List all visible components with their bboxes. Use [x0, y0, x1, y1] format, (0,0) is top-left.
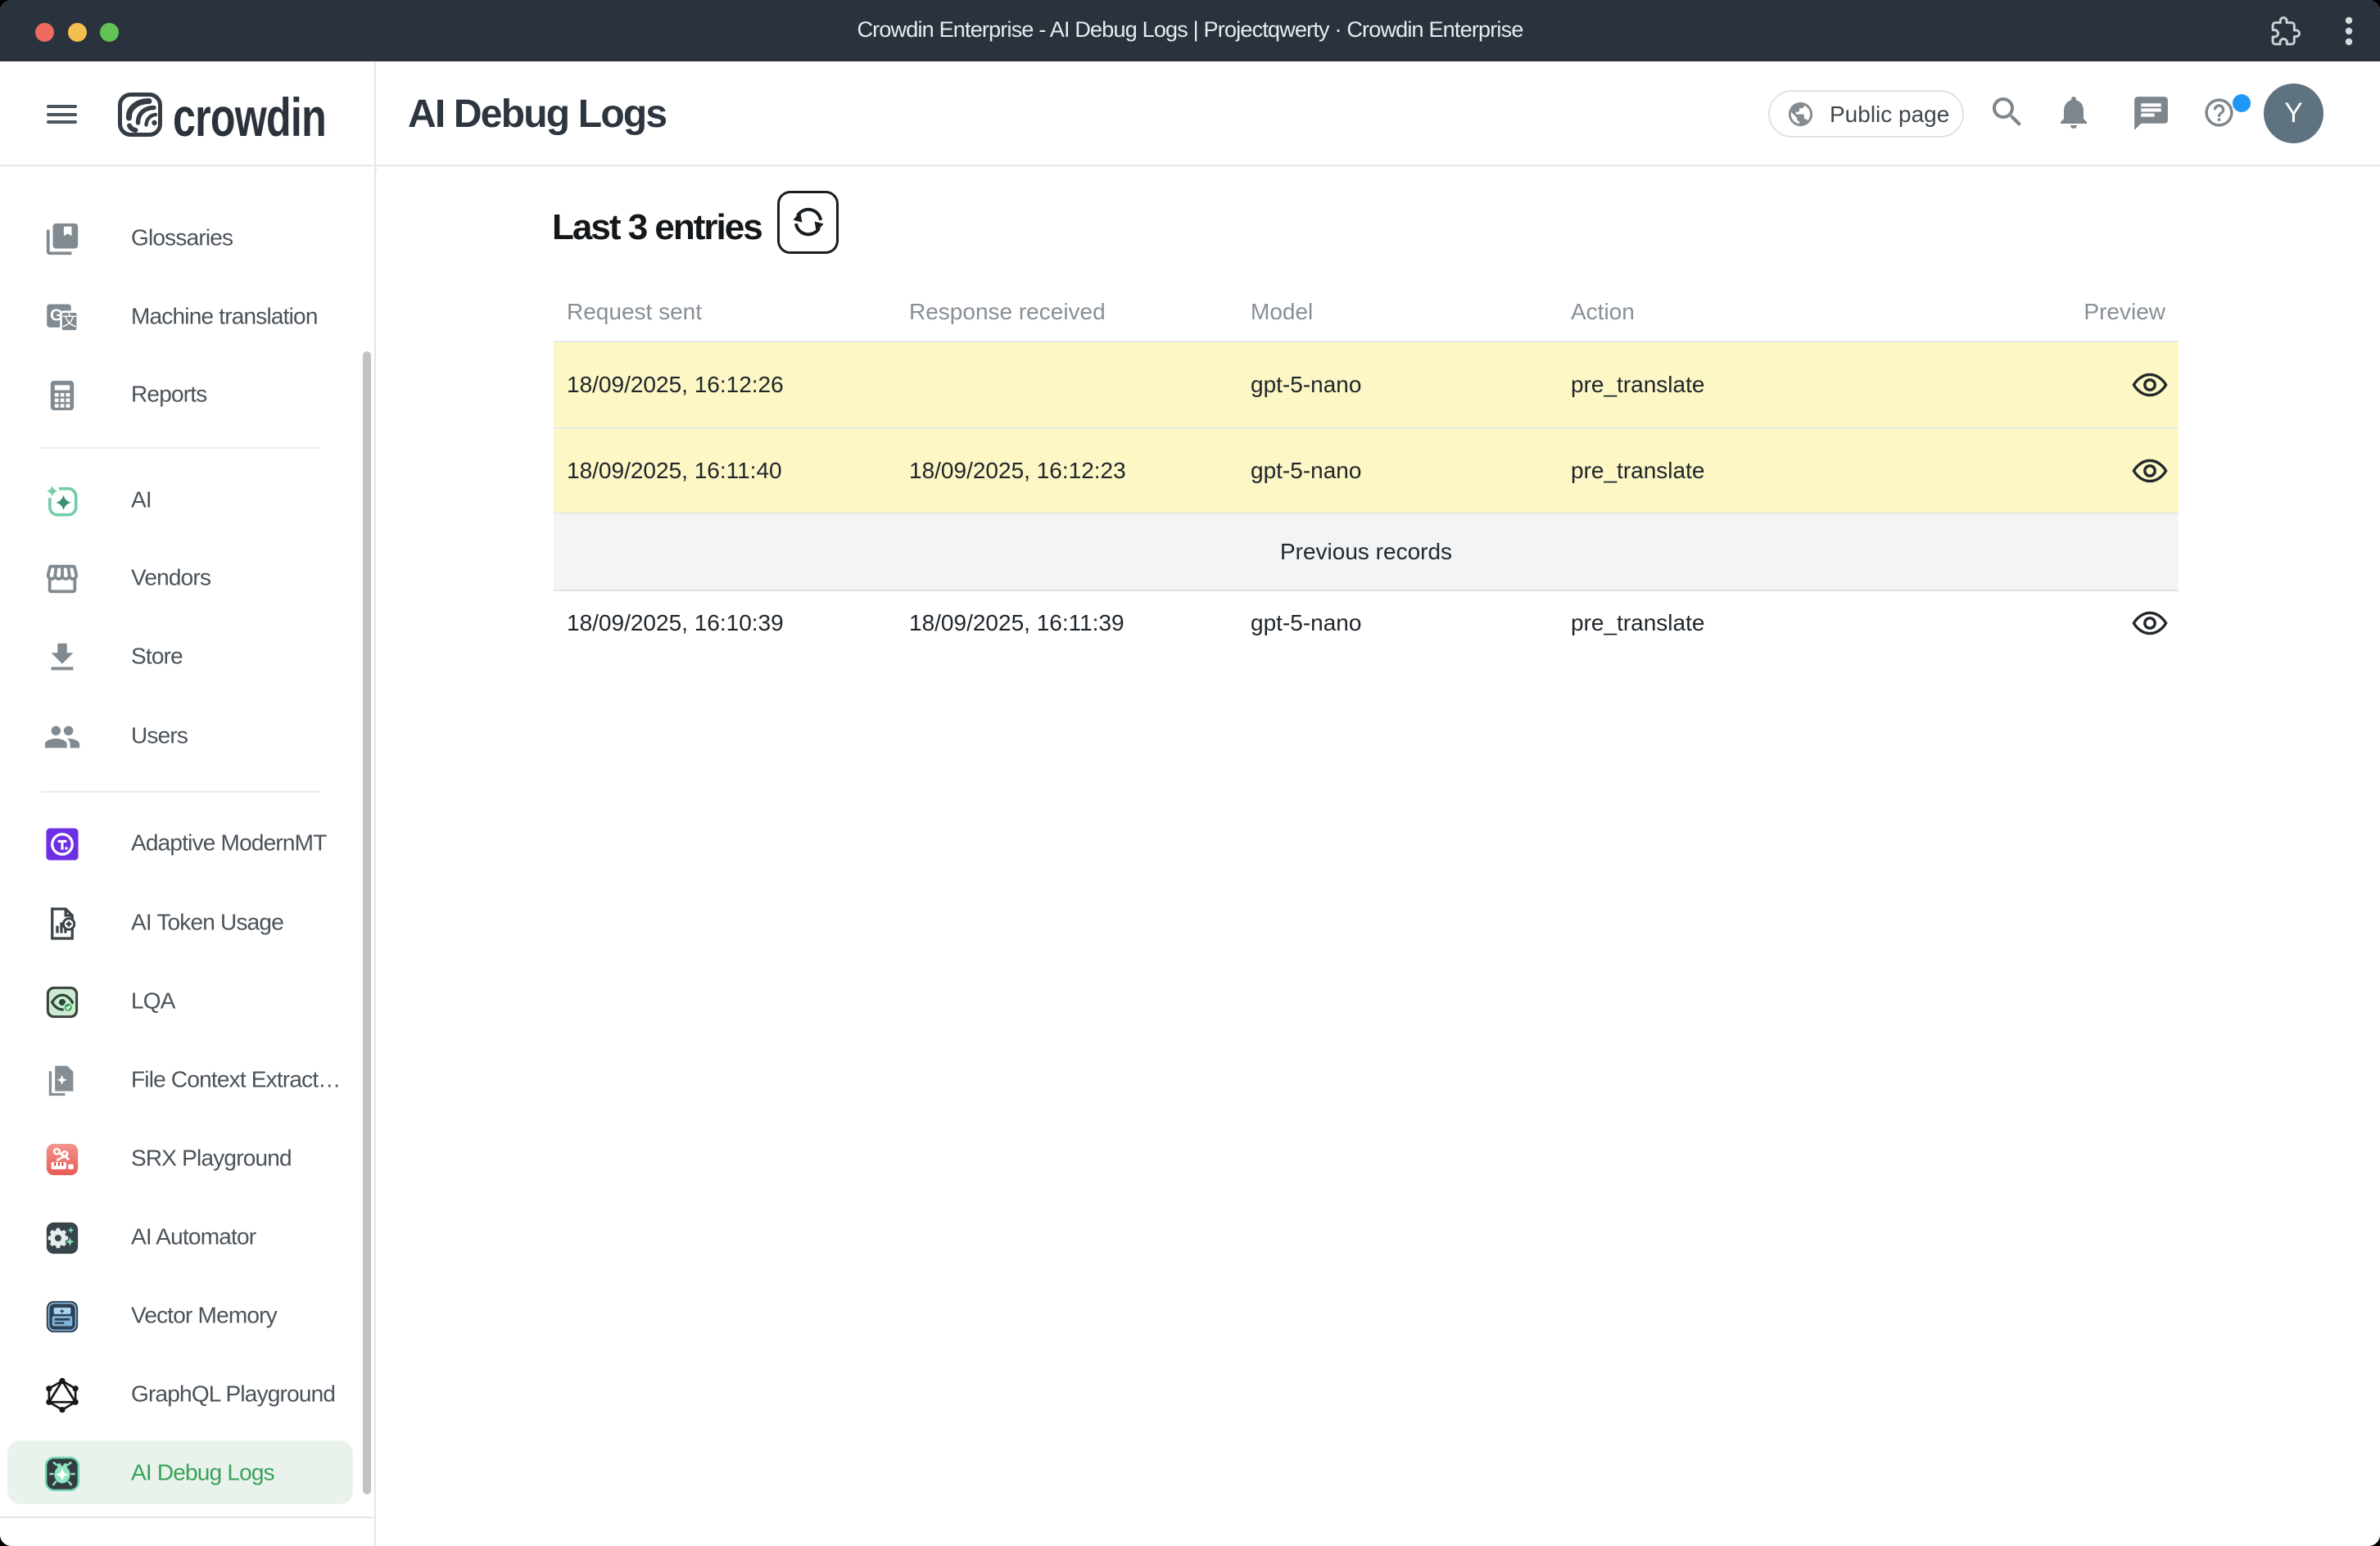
svg-text:文: 文	[62, 313, 77, 329]
